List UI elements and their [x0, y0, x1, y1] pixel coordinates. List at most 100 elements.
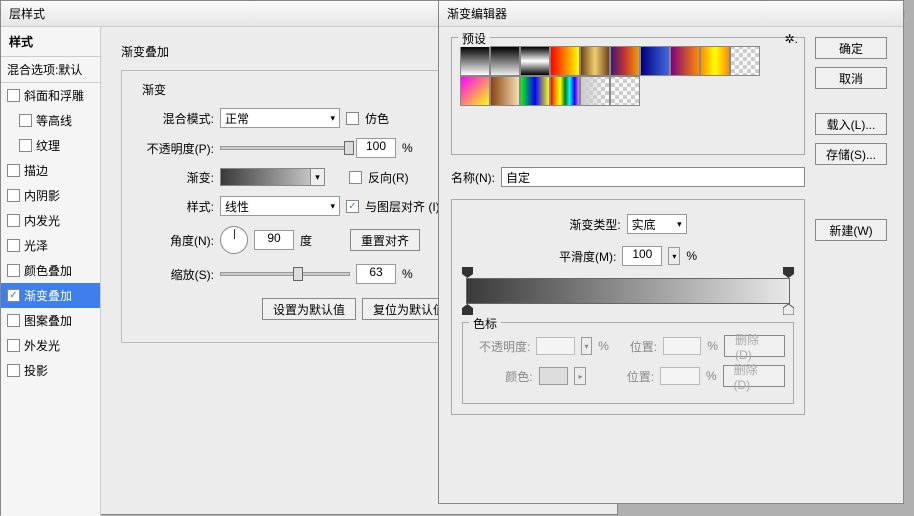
sidebar-item-11[interactable]: 投影	[1, 358, 100, 383]
preset-swatch-12[interactable]	[520, 76, 550, 106]
preset-swatch-2[interactable]	[520, 46, 550, 76]
grad-type-combo[interactable]: 实底▾	[627, 214, 687, 234]
load-button[interactable]: 载入(L)...	[815, 113, 887, 135]
opacity-stop-right[interactable]	[783, 267, 794, 278]
sidebar-item-label: 描边	[24, 162, 48, 179]
smooth-input[interactable]: 100	[622, 246, 662, 266]
opacity-unit: %	[402, 141, 413, 155]
stop-opacity-unit: %	[598, 339, 609, 353]
sidebar-item-label: 外发光	[24, 337, 60, 354]
reset-align-button[interactable]: 重置对齐	[350, 229, 420, 251]
sidebar-item-checkbox[interactable]	[7, 189, 20, 202]
angle-label: 角度(N):	[134, 232, 214, 249]
sidebar-item-checkbox[interactable]	[7, 314, 20, 327]
preset-box: 预设 ✲.	[451, 37, 805, 155]
sidebar-item-0[interactable]: 斜面和浮雕	[1, 83, 100, 108]
ok-button[interactable]: 确定	[815, 37, 887, 59]
blend-mode-label: 混合模式:	[134, 110, 214, 127]
preset-swatch-0[interactable]	[460, 46, 490, 76]
preset-swatch-7[interactable]	[670, 46, 700, 76]
name-input[interactable]	[501, 167, 805, 187]
sidebar-item-checkbox[interactable]	[7, 239, 20, 252]
preset-gear-icon[interactable]: ✲.	[785, 32, 798, 46]
sidebar-item-3[interactable]: 描边	[1, 158, 100, 183]
preset-swatch-6[interactable]	[640, 46, 670, 76]
smooth-dropdown-icon[interactable]: ▾	[668, 247, 680, 265]
make-default-button[interactable]: 设置为默认值	[262, 298, 356, 320]
gradient-preview[interactable]: ▾	[220, 168, 325, 186]
sidebar-item-checkbox[interactable]	[19, 114, 32, 127]
new-button[interactable]: 新建(W)	[815, 219, 887, 241]
preset-title: 预设	[458, 30, 490, 47]
color-stop-right[interactable]	[783, 304, 794, 315]
preset-swatch-3[interactable]	[550, 46, 580, 76]
sidebar-item-9[interactable]: 图案叠加	[1, 308, 100, 333]
preset-swatch-11[interactable]	[490, 76, 520, 106]
sidebar-item-label: 斜面和浮雕	[24, 87, 84, 104]
stop-color-label: 颜色:	[471, 368, 533, 385]
sidebar-item-checkbox[interactable]	[7, 339, 20, 352]
sidebar-item-label: 渐变叠加	[24, 287, 72, 304]
sidebar-item-label: 内发光	[24, 212, 60, 229]
sidebar-head-styles[interactable]: 样式	[1, 27, 100, 57]
dither-checkbox[interactable]	[346, 112, 359, 125]
sidebar-item-2[interactable]: 纹理	[1, 133, 100, 158]
sidebar-item-4[interactable]: 内阴影	[1, 183, 100, 208]
blend-mode-combo[interactable]: 正常▾	[220, 108, 340, 128]
sidebar-item-checkbox[interactable]	[7, 364, 20, 377]
opacity-label: 不透明度(P):	[134, 140, 214, 157]
preset-swatch-8[interactable]	[700, 46, 730, 76]
align-label: 与图层对齐 (I)	[365, 198, 440, 215]
preset-swatch-5[interactable]	[610, 46, 640, 76]
angle-dial[interactable]	[220, 226, 248, 254]
preset-swatch-4[interactable]	[580, 46, 610, 76]
sidebar-item-checkbox[interactable]	[19, 139, 32, 152]
preset-swatch-9[interactable]	[730, 46, 760, 76]
sidebar-item-label: 光泽	[24, 237, 48, 254]
sidebar-item-checkbox[interactable]	[7, 164, 20, 177]
sidebar-blending-options[interactable]: 混合选项:默认	[1, 57, 100, 83]
sidebar-item-checkbox[interactable]	[7, 264, 20, 277]
style-combo[interactable]: 线性▾	[220, 196, 340, 216]
preset-swatch-1[interactable]	[490, 46, 520, 76]
gradient-section-title: 渐变	[138, 81, 170, 98]
stop-opacity-input	[536, 337, 574, 355]
scale-slider[interactable]	[220, 272, 350, 276]
sidebar-item-checkbox[interactable]	[7, 289, 20, 302]
scale-input[interactable]: 63	[356, 264, 396, 284]
gradient-bar[interactable]	[466, 278, 790, 304]
cancel-button[interactable]: 取消	[815, 67, 887, 89]
gradient-editor-dialog: 渐变编辑器 预设 ✲. 名称(N): 渐变类型: 实底▾	[438, 0, 904, 504]
opacity-slider[interactable]	[220, 146, 350, 150]
save-button[interactable]: 存储(S)...	[815, 143, 887, 165]
opacity-stop-left[interactable]	[462, 267, 473, 278]
angle-input[interactable]: 90	[254, 230, 294, 250]
style-label: 样式:	[134, 198, 214, 215]
sidebar-item-checkbox[interactable]	[7, 89, 20, 102]
preset-swatch-15[interactable]	[610, 76, 640, 106]
sidebar-item-label: 图案叠加	[24, 312, 72, 329]
reverse-label: 反向(R)	[368, 169, 409, 186]
stop-color-dropdown: ▸	[574, 367, 586, 385]
sidebar-item-5[interactable]: 内发光	[1, 208, 100, 233]
reverse-checkbox[interactable]	[349, 171, 362, 184]
sidebar-item-1[interactable]: 等高线	[1, 108, 100, 133]
smooth-unit: %	[686, 249, 697, 263]
sidebar-item-label: 等高线	[36, 112, 72, 129]
sidebar-item-10[interactable]: 外发光	[1, 333, 100, 358]
sidebar-item-checkbox[interactable]	[7, 214, 20, 227]
sidebar-item-label: 颜色叠加	[24, 262, 72, 279]
sidebar-item-7[interactable]: 颜色叠加	[1, 258, 100, 283]
preset-swatch-14[interactable]	[580, 76, 610, 106]
dither-label: 仿色	[365, 110, 389, 127]
preset-swatch-10[interactable]	[460, 76, 490, 106]
sidebar-item-6[interactable]: 光泽	[1, 233, 100, 258]
smooth-label: 平滑度(M):	[559, 248, 616, 265]
sidebar-item-8[interactable]: 渐变叠加	[1, 283, 100, 308]
color-stop-left[interactable]	[462, 304, 473, 315]
stop-opacity-label: 不透明度:	[471, 338, 530, 355]
preset-swatch-13[interactable]	[550, 76, 580, 106]
align-checkbox[interactable]	[346, 200, 359, 213]
opacity-input[interactable]: 100	[356, 138, 396, 158]
stop-position-unit-1: %	[707, 339, 718, 353]
